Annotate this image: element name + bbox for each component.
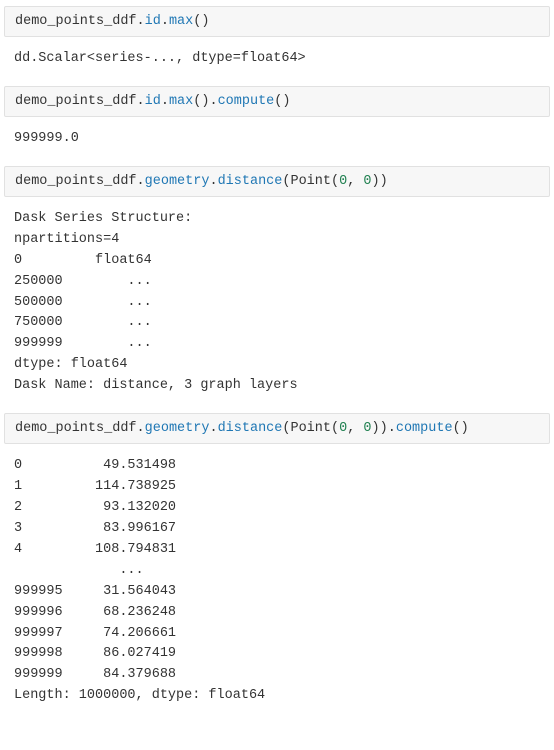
output-cell-1: dd.Scalar<series-..., dtype=float64> [4,43,550,80]
code-token: id [145,14,161,29]
code-token: ) [372,421,380,436]
code-token: distance [218,421,283,436]
code-token: ( [331,421,339,436]
code-token: ) [380,421,388,436]
code-token: 0 [339,174,347,189]
code-token: () [274,94,290,109]
code-token: . [137,421,145,436]
code-token: . [209,94,217,109]
code-token: . [161,14,169,29]
code-token: ( [331,174,339,189]
code-token: . [161,94,169,109]
output-cell-4: 0 49.531498 1 114.738925 2 93.132020 3 8… [4,450,550,717]
code-token: , [347,421,363,436]
code-token: () [193,14,209,29]
code-token: max [169,94,193,109]
code-token: , [347,174,363,189]
code-token: . [137,14,145,29]
code-token: ) [372,174,380,189]
code-token: 0 [363,421,371,436]
code-token: . [209,174,217,189]
code-token: geometry [145,421,210,436]
code-token: demo_points_ddf [15,174,137,189]
code-token: 0 [339,421,347,436]
code-token: () [193,94,209,109]
code-token: compute [396,421,453,436]
code-token: 0 [363,174,371,189]
code-token: id [145,94,161,109]
code-cell-2: demo_points_ddf.id.max().compute() [4,86,550,117]
code-token: () [453,421,469,436]
code-token: ) [380,174,388,189]
output-cell-3: Dask Series Structure: npartitions=4 0 f… [4,203,550,407]
code-token: . [137,94,145,109]
code-token: . [388,421,396,436]
code-cell-1: demo_points_ddf.id.max() [4,6,550,37]
code-token: demo_points_ddf [15,94,137,109]
code-token: . [137,174,145,189]
code-token: Point [290,174,331,189]
code-token: distance [218,174,283,189]
code-token: max [169,14,193,29]
code-token: demo_points_ddf [15,421,137,436]
code-token: Point [290,421,331,436]
output-cell-2: 999999.0 [4,123,550,160]
code-token: demo_points_ddf [15,14,137,29]
code-cell-4: demo_points_ddf.geometry.distance(Point(… [4,413,550,444]
code-token: compute [218,94,275,109]
code-token: . [209,421,217,436]
code-cell-3: demo_points_ddf.geometry.distance(Point(… [4,166,550,197]
code-token: geometry [145,174,210,189]
